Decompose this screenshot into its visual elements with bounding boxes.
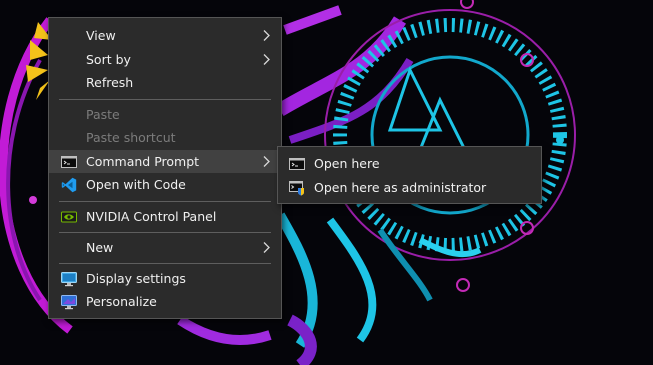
- display-icon: [61, 272, 77, 287]
- menu-item-new[interactable]: New: [49, 236, 281, 259]
- menu-separator: [59, 232, 271, 233]
- nvidia-icon: [61, 211, 77, 223]
- menu-item-command-prompt[interactable]: Command Prompt: [49, 150, 281, 173]
- cmd-icon: [61, 156, 77, 168]
- vscode-icon: [61, 177, 77, 193]
- menu-item-open-with-code[interactable]: Open with Code: [49, 173, 281, 196]
- menu-item-label: Personalize: [86, 294, 157, 309]
- menu-item-label: Sort by: [86, 52, 131, 67]
- menu-item-label: Open with Code: [86, 177, 186, 192]
- menu-item-sort-by[interactable]: Sort by: [49, 48, 281, 71]
- menu-item-view[interactable]: View: [49, 24, 281, 47]
- personalize-icon: [61, 295, 77, 310]
- cmd-admin-icon: [289, 181, 304, 196]
- chevron-right-icon: [263, 156, 270, 167]
- chevron-right-icon: [263, 54, 270, 65]
- menu-item-label: Command Prompt: [86, 154, 200, 169]
- submenu-item-label: Open here: [314, 156, 380, 171]
- chevron-right-icon: [263, 30, 270, 41]
- menu-item-display-settings[interactable]: Display settings: [49, 267, 281, 290]
- menu-item-label: NVIDIA Control Panel: [86, 209, 217, 224]
- menu-item-paste-shortcut: Paste shortcut: [49, 126, 281, 149]
- submenu-item-open-here[interactable]: Open here: [278, 152, 541, 175]
- menu-item-paste: Paste: [49, 103, 281, 126]
- menu-item-label: Display settings: [86, 271, 186, 286]
- command-prompt-submenu: Open here Open here as administrator: [277, 146, 542, 204]
- menu-item-refresh[interactable]: Refresh: [49, 71, 281, 94]
- menu-separator: [59, 201, 271, 202]
- cmd-icon: [289, 158, 305, 170]
- menu-separator: [59, 99, 271, 100]
- menu-item-label: View: [86, 28, 116, 43]
- menu-item-label: Paste: [86, 107, 120, 122]
- menu-item-personalize[interactable]: Personalize: [49, 290, 281, 313]
- submenu-item-open-here-as-administrator[interactable]: Open here as administrator: [278, 176, 541, 199]
- submenu-item-label: Open here as administrator: [314, 180, 487, 195]
- chevron-right-icon: [263, 242, 270, 253]
- menu-item-label: Refresh: [86, 75, 134, 90]
- menu-item-nvidia-control-panel[interactable]: NVIDIA Control Panel: [49, 205, 281, 228]
- desktop-context-menu: View Sort by Refresh Paste Paste shortcu…: [48, 17, 282, 319]
- menu-separator: [59, 263, 271, 264]
- menu-item-label: Paste shortcut: [86, 130, 176, 145]
- menu-item-label: New: [86, 240, 114, 255]
